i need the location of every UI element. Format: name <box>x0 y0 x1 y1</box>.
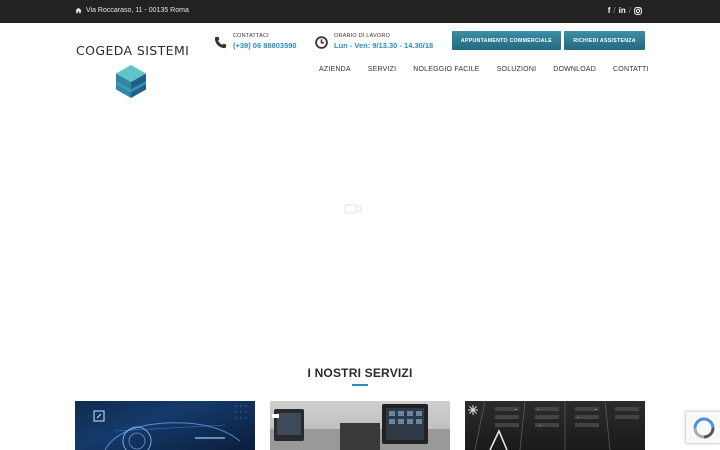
social-separator: / <box>628 6 631 15</box>
social-links: f / in / <box>608 6 642 15</box>
logo-icon[interactable] <box>114 64 148 99</box>
contact-info: CONTATTACI (+39) 06 88803590 <box>214 33 297 50</box>
linkedin-icon[interactable]: in <box>619 6 626 15</box>
title-underline <box>352 384 368 386</box>
address: Via Roccaraso, 11 - 00135 Roma <box>75 7 189 14</box>
service-image-servers <box>468 401 639 450</box>
instagram-icon[interactable] <box>634 6 642 15</box>
service-card[interactable] <box>75 401 255 450</box>
nav-item-download[interactable]: DOWNLOAD <box>553 66 596 73</box>
facebook-icon[interactable]: f <box>608 6 611 15</box>
clock-icon <box>315 36 328 49</box>
appointment-button[interactable]: APPUNTAMENTO COMMERCIALE <box>452 31 561 50</box>
nav-item-servizi[interactable]: SERVIZI <box>368 66 397 73</box>
hours-label: ORARIO DI LAVORO <box>334 33 390 39</box>
main-nav: AZIENDA SERVIZI NOLEGGIO FACILE SOLUZION… <box>319 66 649 73</box>
address-text: Via Roccaraso, 11 - 00135 Roma <box>86 7 189 14</box>
section-title: I NOSTRI SERVIZI <box>307 366 413 380</box>
service-card[interactable] <box>270 401 450 450</box>
social-separator: / <box>613 6 616 15</box>
phone-icon <box>214 36 227 49</box>
service-image-terminals <box>270 404 450 450</box>
service-card[interactable] <box>465 401 645 450</box>
logo-text[interactable]: COGEDA SISTEMI <box>76 43 189 58</box>
contact-label: CONTATTACI <box>233 33 269 39</box>
contact-phone[interactable]: (+39) 06 88803590 <box>233 41 297 50</box>
hours-info: ORARIO DI LAVORO Lun - Ven: 9/13.30 - 14… <box>315 33 433 50</box>
recaptcha-icon <box>693 417 715 439</box>
top-bar: Via Roccaraso, 11 - 00135 Roma f / in / <box>0 0 720 23</box>
assistance-button[interactable]: RICHIEDI ASSISTENZA <box>564 31 645 50</box>
service-image-car <box>93 405 247 450</box>
home-icon <box>75 7 82 14</box>
video-icon <box>344 204 362 214</box>
nav-item-noleggio-facile[interactable]: NOLEGGIO FACILE <box>413 66 479 73</box>
nav-item-soluzioni[interactable]: SOLUZIONI <box>497 66 537 73</box>
nav-item-contatti[interactable]: CONTATTI <box>613 66 649 73</box>
hours-value: Lun - Ven: 9/13.30 - 14.30/18 <box>334 41 434 50</box>
nav-item-azienda[interactable]: AZIENDA <box>319 66 351 73</box>
recaptcha-badge[interactable] <box>685 411 720 444</box>
